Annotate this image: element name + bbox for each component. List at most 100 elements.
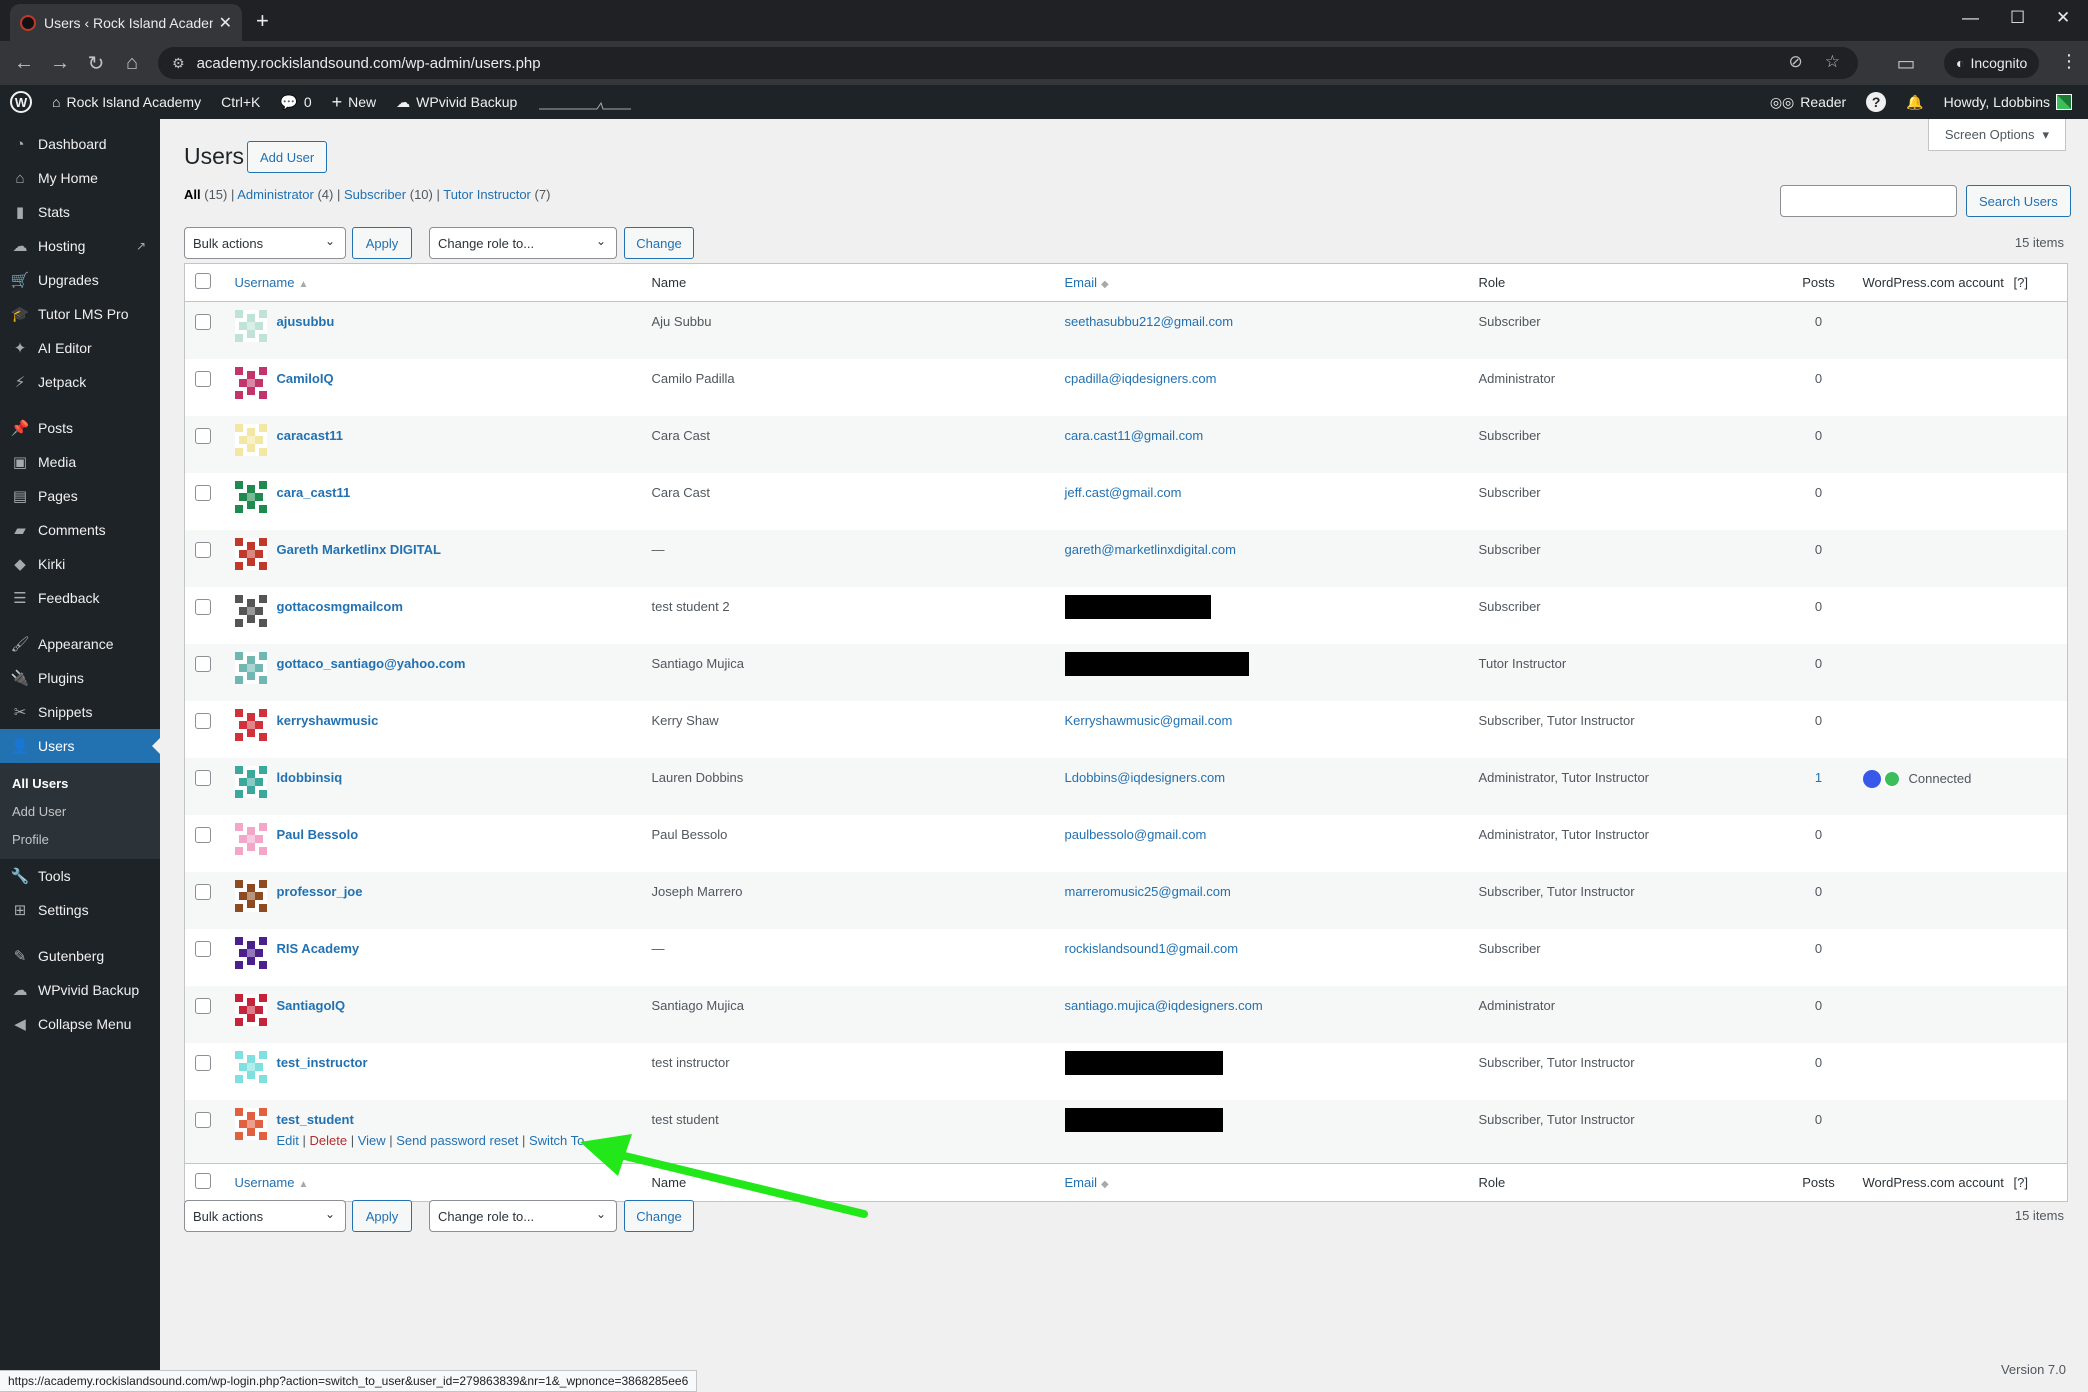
add-user-button[interactable]: Add User — [247, 141, 328, 173]
user-email-link[interactable]: rockislandsound1@gmail.com — [1065, 941, 1239, 956]
user-email-link[interactable]: cpadilla@iqdesigners.com — [1065, 371, 1217, 386]
change-role-button[interactable]: Change — [624, 227, 694, 259]
username-link[interactable]: ldobbinsiq — [277, 770, 343, 785]
row-checkbox[interactable] — [195, 655, 211, 672]
wpcom-help-link[interactable]: [?] — [2014, 1175, 2028, 1190]
menu-upgrades[interactable]: 🛒 Upgrades — [0, 263, 160, 297]
reader-link[interactable]: ◎◎ Reader — [1760, 85, 1856, 119]
close-window-icon[interactable]: ✕ — [2056, 8, 2070, 28]
row-checkbox[interactable] — [195, 427, 211, 444]
cast-icon[interactable]: ▭ — [1888, 51, 1924, 76]
menu-hosting[interactable]: ☁ Hosting ↗ — [0, 229, 160, 263]
edit-link[interactable]: Edit — [277, 1133, 299, 1148]
menu-media[interactable]: ▣ Media — [0, 445, 160, 479]
sort-username[interactable]: Username — [235, 275, 295, 290]
menu-wpvivid[interactable]: ☁ WPvivid Backup — [0, 973, 160, 1007]
select-all-checkbox[interactable] — [195, 273, 211, 289]
search-input[interactable] — [1780, 185, 1957, 217]
user-email-link[interactable]: Ldobbins@iqdesigners.com — [1065, 770, 1226, 785]
menu-dashboard[interactable]: ◔ Dashboard — [0, 127, 160, 161]
row-checkbox[interactable] — [195, 712, 211, 729]
menu-snippets[interactable]: ✂ Snippets — [0, 695, 160, 729]
row-checkbox[interactable] — [195, 598, 211, 615]
row-checkbox[interactable] — [195, 826, 211, 843]
username-link[interactable]: CamiloIQ — [277, 371, 334, 386]
user-email-link[interactable]: santiago.mujica@iqdesigners.com — [1065, 998, 1263, 1013]
row-checkbox[interactable] — [195, 314, 211, 330]
username-link[interactable]: kerryshawmusic — [277, 713, 379, 728]
sort-email[interactable]: Email — [1065, 275, 1098, 290]
filter-subscriber[interactable]: Subscriber — [344, 187, 406, 202]
user-email-link[interactable]: gareth@marketlinxdigital.com — [1065, 542, 1236, 557]
row-checkbox[interactable] — [195, 370, 211, 387]
menu-kirki[interactable]: ◆ Kirki — [0, 547, 160, 581]
wpcom-help-link[interactable]: [?] — [2014, 275, 2028, 290]
command-palette-shortcut[interactable]: Ctrl+K — [211, 85, 270, 119]
username-link[interactable]: professor_joe — [277, 884, 363, 899]
stats-sparkline[interactable] — [527, 85, 643, 119]
view-link[interactable]: View — [358, 1133, 386, 1148]
menu-tools[interactable]: 🔧 Tools — [0, 859, 160, 893]
apply-button-bottom[interactable]: Apply — [352, 1200, 412, 1232]
delete-link[interactable]: Delete — [310, 1133, 348, 1148]
menu-jetpack[interactable]: ⚡ Jetpack — [0, 365, 160, 399]
row-checkbox[interactable] — [195, 940, 211, 957]
browser-tab[interactable]: Users ‹ Rock Island Academy — ✕ — [10, 4, 242, 41]
close-tab-icon[interactable]: ✕ — [219, 13, 232, 33]
comments-link[interactable]: 💬 0 — [270, 85, 321, 119]
minimize-icon[interactable]: — — [1962, 8, 1979, 28]
username-link[interactable]: test_instructor — [277, 1055, 368, 1070]
search-users-button[interactable]: Search Users — [1966, 185, 2071, 217]
menu-collapse[interactable]: ◀ Collapse Menu — [0, 1007, 160, 1041]
filter-administrator[interactable]: Administrator — [237, 187, 314, 202]
send-password-reset-link[interactable]: Send password reset — [396, 1133, 518, 1148]
screen-options-button[interactable]: Screen Options ▾ — [1927, 119, 2066, 151]
user-email-link[interactable]: paulbessolo@gmail.com — [1065, 827, 1207, 842]
eye-off-icon[interactable]: ⊘ — [1789, 52, 1803, 72]
username-link[interactable]: Paul Bessolo — [277, 827, 359, 842]
menu-tutor-lms[interactable]: 🎓 Tutor LMS Pro — [0, 297, 160, 331]
username-link[interactable]: gottaco_santiago@yahoo.com — [277, 656, 466, 671]
menu-stats[interactable]: ▮ Stats — [0, 195, 160, 229]
notifications-link[interactable]: 🔔 — [1896, 85, 1933, 119]
sort-username[interactable]: Username — [235, 1175, 295, 1190]
menu-comments[interactable]: ▰ Comments — [0, 513, 160, 547]
submenu-all-users[interactable]: All Users — [0, 769, 160, 797]
user-email-link[interactable]: marreromusic25@gmail.com — [1065, 884, 1231, 899]
menu-appearance[interactable]: 🖌 Appearance — [0, 627, 160, 661]
username-link[interactable]: test_student — [277, 1112, 354, 1127]
username-link[interactable]: gottacosmgmailcom — [277, 599, 403, 614]
submenu-add-user[interactable]: Add User — [0, 797, 160, 825]
row-checkbox[interactable] — [195, 541, 211, 558]
user-posts-count[interactable]: 1 — [1815, 770, 1822, 785]
row-checkbox[interactable] — [195, 769, 211, 786]
menu-posts[interactable]: 📌 Posts — [0, 411, 160, 445]
user-email-link[interactable]: cara.cast11@gmail.com — [1065, 428, 1204, 443]
submenu-profile[interactable]: Profile — [0, 825, 160, 853]
username-link[interactable]: Gareth Marketlinx DIGITAL — [277, 542, 441, 557]
filter-all[interactable]: All — [184, 187, 201, 202]
new-tab-icon[interactable]: + — [256, 8, 269, 34]
home-icon[interactable]: ⌂ — [114, 52, 150, 75]
row-checkbox[interactable] — [195, 1111, 211, 1128]
user-email-link[interactable]: jeff.cast@gmail.com — [1065, 485, 1182, 500]
menu-feedback[interactable]: ☰ Feedback — [0, 581, 160, 615]
browser-menu-icon[interactable]: ⋮ — [2060, 51, 2078, 72]
username-link[interactable]: ajusubbu — [277, 314, 335, 329]
user-email-link[interactable]: Kerryshawmusic@gmail.com — [1065, 713, 1233, 728]
help-link[interactable]: ? — [1856, 85, 1896, 119]
menu-ai-editor[interactable]: ✦ AI Editor — [0, 331, 160, 365]
site-name-link[interactable]: ⌂ Rock Island Academy — [42, 85, 211, 119]
bookmark-star-icon[interactable]: ☆ — [1825, 52, 1840, 72]
username-link[interactable]: RIS Academy — [277, 941, 360, 956]
row-checkbox[interactable] — [195, 997, 211, 1014]
site-info-icon[interactable]: ⚙ — [172, 55, 185, 72]
bulk-actions-select[interactable]: Bulk actions ⌄ — [184, 227, 346, 259]
change-role-select[interactable]: Change role to... ⌄ — [429, 227, 617, 259]
forward-icon[interactable]: → — [42, 52, 78, 75]
select-all-checkbox[interactable] — [195, 1173, 211, 1189]
menu-users[interactable]: 👤 Users — [0, 729, 160, 763]
switch-to-link[interactable]: Switch To — [529, 1133, 584, 1148]
new-content-menu[interactable]: + New — [322, 85, 387, 119]
maximize-icon[interactable]: ☐ — [2010, 8, 2025, 28]
